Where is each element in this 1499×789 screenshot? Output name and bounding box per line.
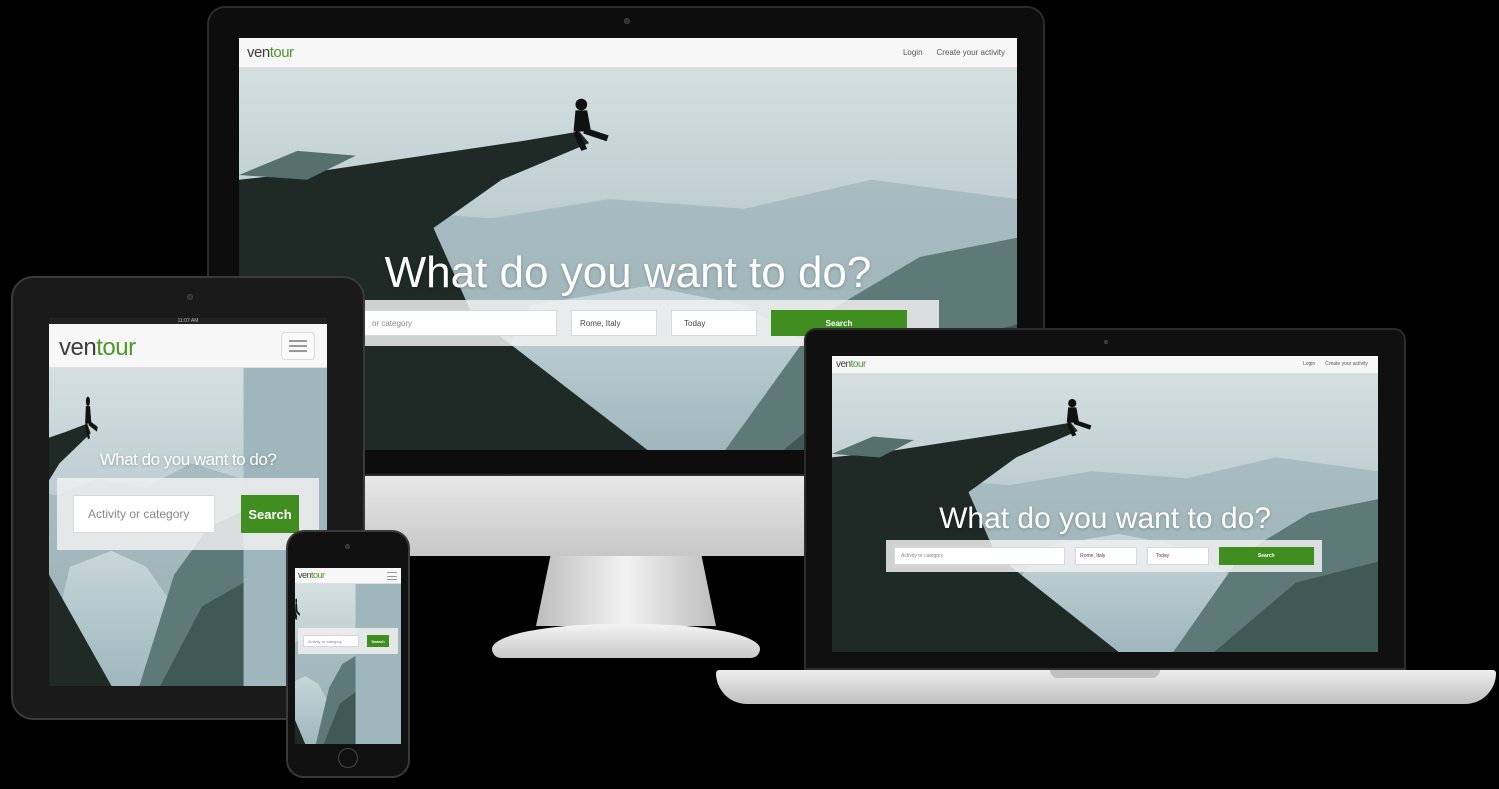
date-value: Today bbox=[684, 318, 706, 328]
hero-image bbox=[295, 584, 401, 744]
phone: ventour Activity or category Search bbox=[286, 530, 410, 778]
location-input[interactable]: Rome, Italy bbox=[1075, 547, 1137, 565]
create-activity-link[interactable]: Create your activity bbox=[1325, 361, 1368, 367]
site-header: ventour Login Create your activity bbox=[832, 356, 1378, 374]
logo[interactable]: ventour bbox=[247, 44, 294, 61]
login-link[interactable]: Login bbox=[903, 48, 923, 57]
date-value: Today bbox=[1155, 553, 1170, 559]
camera-icon bbox=[187, 294, 193, 300]
logo[interactable]: ventour bbox=[836, 359, 866, 370]
search-button[interactable]: Search bbox=[1218, 547, 1315, 565]
hero-headline: What do you want to do? bbox=[939, 502, 1271, 535]
laptop: ventour Login Create your activity What … bbox=[804, 328, 1406, 670]
camera-icon bbox=[624, 18, 630, 24]
hamburger-icon[interactable] bbox=[387, 572, 397, 580]
search-bar: Activity or category Search bbox=[57, 478, 319, 550]
date-select[interactable]: Today bbox=[1146, 547, 1209, 565]
camera-icon bbox=[1104, 340, 1108, 344]
hero-headline: What do you want to do? bbox=[99, 450, 277, 469]
search-button[interactable]: Search bbox=[241, 495, 299, 533]
site-header: ventour bbox=[49, 324, 327, 368]
home-button-icon[interactable] bbox=[338, 748, 358, 768]
hamburger-icon[interactable] bbox=[281, 332, 315, 360]
site-header: ventour bbox=[295, 568, 401, 584]
monitor-stand bbox=[536, 556, 716, 626]
search-bar: Activity or category Search bbox=[298, 628, 398, 654]
date-select[interactable]: Today bbox=[671, 310, 757, 336]
location-input[interactable]: Rome, Italy bbox=[571, 310, 657, 336]
laptop-site: ventour Login Create your activity What … bbox=[832, 356, 1378, 652]
monitor-foot bbox=[492, 624, 760, 658]
create-activity-link[interactable]: Create your activity bbox=[937, 48, 1005, 57]
activity-input[interactable]: Activity or category bbox=[894, 547, 1066, 565]
search-bar: Activity or category Rome, Italy Today S… bbox=[886, 540, 1322, 572]
activity-input[interactable]: Activity or category bbox=[73, 495, 215, 533]
login-link[interactable]: Login bbox=[1303, 361, 1315, 367]
search-button[interactable]: Search bbox=[367, 635, 389, 647]
activity-input[interactable]: Activity or category bbox=[303, 635, 359, 647]
phone-site: ventour Activity or category Search bbox=[295, 568, 401, 744]
logo[interactable]: ventour bbox=[59, 334, 136, 362]
site-header: ventour Login Create your activity bbox=[239, 38, 1017, 68]
logo[interactable]: ventour bbox=[298, 570, 325, 580]
activity-input[interactable]: or category bbox=[351, 310, 557, 336]
laptop-notch bbox=[1050, 670, 1160, 678]
camera-icon bbox=[345, 544, 350, 549]
